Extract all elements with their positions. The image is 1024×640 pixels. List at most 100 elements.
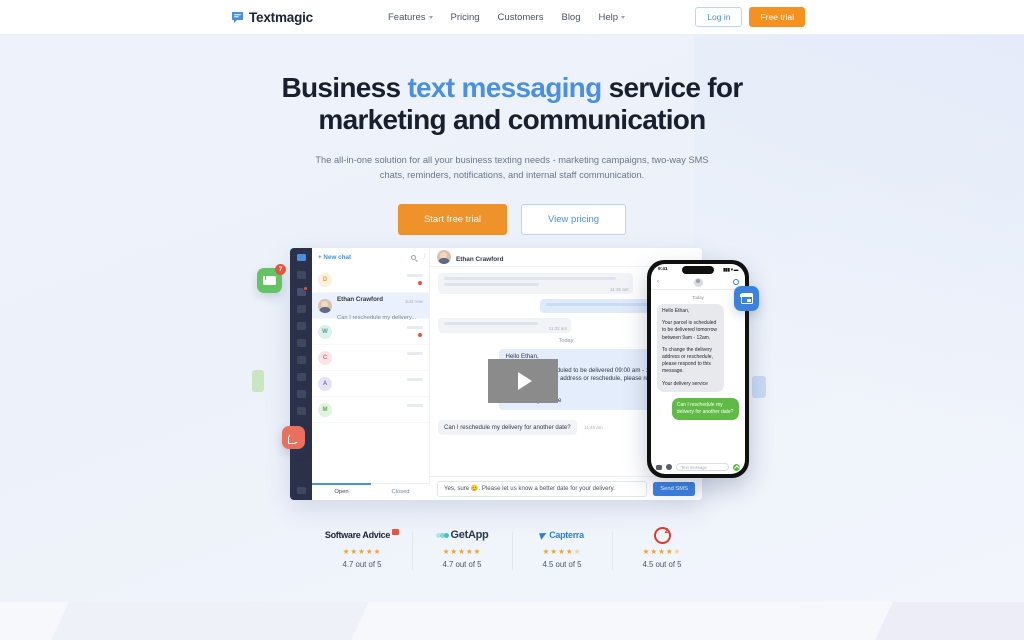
list-item[interactable]: A <box>312 371 429 397</box>
phone-message-outgoing: Can I reschedule my delivery for another… <box>671 397 739 421</box>
camera-icon[interactable] <box>656 464 662 470</box>
nav-item-pricing[interactable]: Pricing <box>451 12 480 23</box>
capterra-arrow-icon <box>539 530 549 540</box>
headline-line-2: marketing and communication <box>318 104 706 135</box>
placeholder-line <box>444 322 539 325</box>
tab-open[interactable]: Open <box>312 483 371 500</box>
list-item-time: Just now <box>404 299 423 304</box>
chat-list-header: + New chat ⋮ <box>312 248 429 267</box>
star-rating: ★★★★★ <box>642 547 682 556</box>
review-brand-name: GetApp <box>450 529 489 541</box>
sidebar-item-contacts[interactable] <box>296 305 306 313</box>
phone-status-bar: 9:41 ▮▮▮ ▾ ▬ <box>651 264 745 275</box>
review-capterra: Capterra ★★★★★ 4.5 out of 5 <box>512 528 612 570</box>
list-item[interactable]: C <box>312 345 429 371</box>
review-logo: GetApp <box>424 528 500 542</box>
placeholder-time <box>407 274 423 277</box>
phone-greeting: Hello Ethan, <box>662 308 690 314</box>
nav-item-customers[interactable]: Customers <box>498 12 544 23</box>
calendar-icon <box>740 293 753 304</box>
message-time: 11:32 am <box>548 326 568 331</box>
sidebar-item-inbox[interactable] <box>296 271 306 279</box>
phone-signature: Your delivery service <box>662 380 708 387</box>
start-free-trial-button[interactable]: Start free trial <box>397 204 507 235</box>
tab-closed[interactable]: Closed <box>371 484 430 500</box>
review-brand-name: Capterra <box>549 530 584 540</box>
chevron-down-icon <box>428 15 433 19</box>
review-g2: ★★★★★ 4.5 out of 5 <box>612 526 712 570</box>
apps-icon[interactable] <box>666 464 672 470</box>
list-item-name: Ethan Crawford <box>337 295 384 303</box>
unread-dot <box>418 333 422 337</box>
placeholder-line <box>444 277 616 280</box>
list-item[interactable]: W <box>312 319 429 345</box>
message-time: 11:35 am <box>610 287 629 292</box>
app-window: + New chat ⋮ D Ethan Crawford Can I resc… <box>290 248 702 500</box>
slant-shape-right <box>875 602 1024 640</box>
logo[interactable]: Textmagic <box>231 10 313 25</box>
hero-subtitle: The all-in-one solution for all your bus… <box>315 155 709 180</box>
back-icon[interactable]: ‹ <box>657 279 659 285</box>
sidebar-item-settings[interactable] <box>296 487 306 494</box>
review-getapp: GetApp ★★★★★ 4.7 out of 5 <box>412 528 512 570</box>
chat-list-tabs: Open Closed <box>312 483 430 500</box>
chat-list-header-icons: ⋮ <box>411 254 427 260</box>
review-software-advice: Software Advice ★★★★★ 4.7 out of 5 <box>312 528 412 569</box>
day-separator: Today <box>692 295 704 300</box>
sidebar-item-account[interactable] <box>296 390 306 398</box>
decorative-chip-blue <box>752 376 766 398</box>
review-brand-name: Software Advice <box>324 530 391 540</box>
headline-accent: text messaging <box>407 72 602 103</box>
sidebar-item-reports[interactable] <box>296 407 306 415</box>
review-score: 4.5 out of 5 <box>542 560 582 569</box>
info-icon[interactable] <box>733 279 739 285</box>
message-input[interactable]: Yes, sure 😊. Please let us know a better… <box>437 480 648 497</box>
nav-item-features[interactable]: Features <box>388 12 433 23</box>
send-arrow-icon[interactable] <box>733 463 740 471</box>
message-bubble-incoming: 11:32 am <box>438 318 572 333</box>
page-title: Business text messaging service for mark… <box>0 72 1024 136</box>
phone-text-input[interactable]: Text message <box>676 463 729 471</box>
contact-name: Ethan Crawford <box>456 256 504 263</box>
slant-shape-left <box>51 602 369 640</box>
site-header: Textmagic Features Pricing Customers Blo… <box>0 0 1024 35</box>
more-options-icon[interactable]: ⋮ <box>421 254 427 260</box>
headline-part-1: Business <box>281 72 408 103</box>
free-trial-button[interactable]: Free trial <box>749 7 805 27</box>
nav-item-blog[interactable]: Blog <box>561 12 580 23</box>
sidebar-item-apps[interactable] <box>296 373 306 381</box>
avatar: D <box>318 272 332 287</box>
view-pricing-button[interactable]: View pricing <box>520 204 627 235</box>
placeholder-time <box>407 326 423 329</box>
message-composer: Yes, sure 😊. Please let us know a better… <box>430 476 702 500</box>
sidebar-item-templates[interactable] <box>296 356 306 364</box>
message-text: Can I reschedule my delivery for another… <box>438 419 577 435</box>
bottom-decorative-strip <box>0 602 1024 640</box>
sidebar-item-history[interactable] <box>296 339 306 347</box>
header-actions: Log in Free trial <box>695 7 805 27</box>
search-icon[interactable] <box>411 255 416 260</box>
logo-text: Textmagic <box>249 9 313 25</box>
phone-composer: Text message <box>651 460 745 474</box>
list-item[interactable]: M <box>312 397 429 423</box>
placeholder-time <box>407 352 423 355</box>
phone-para-1: Your parcel is scheduled to be delivered… <box>662 320 718 341</box>
g2-logo-icon <box>653 526 671 544</box>
sidebar-item-campaigns[interactable] <box>296 286 308 296</box>
login-button[interactable]: Log in <box>695 7 743 27</box>
sidebar-item-calendar[interactable] <box>296 322 306 330</box>
handset-icon <box>288 432 299 444</box>
video-play-overlay[interactable] <box>488 359 558 403</box>
avatar <box>693 277 703 287</box>
send-sms-button[interactable]: Send SMS <box>653 481 695 496</box>
sidebar-item-chat[interactable] <box>296 254 306 262</box>
email-badge-icon: 7 <box>257 264 286 293</box>
avatar: M <box>318 402 332 417</box>
list-item[interactable]: Ethan Crawford Can I reschedule my deliv… <box>312 293 429 321</box>
new-chat-button[interactable]: + New chat <box>318 254 351 261</box>
unread-dot <box>418 281 422 285</box>
sidebar-notification-dot <box>302 286 308 291</box>
nav-item-help[interactable]: Help <box>599 12 626 23</box>
envelope-icon <box>263 276 276 285</box>
phone-nav-bar: ‹ <box>651 275 745 290</box>
